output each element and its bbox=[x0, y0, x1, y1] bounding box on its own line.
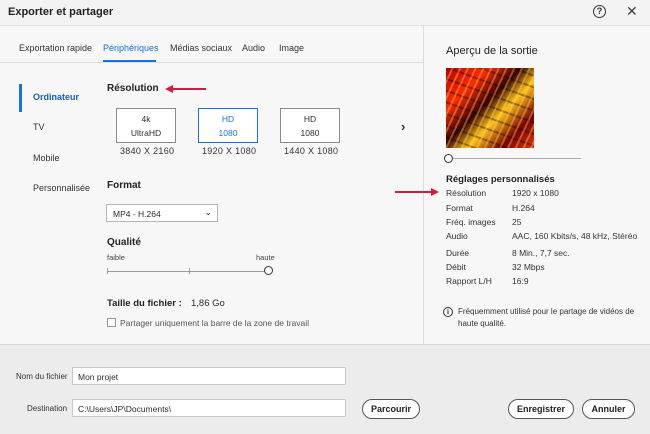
resolution-label: Résolution bbox=[107, 83, 159, 94]
sidebar-item-mobile[interactable]: Mobile bbox=[33, 153, 60, 163]
sidebar-item-personnalisee[interactable]: Personnalisée bbox=[33, 183, 90, 193]
share-workspace-label: Partager uniquement la barre de la zone … bbox=[120, 318, 310, 328]
preview-title: Aperçu de la sortie bbox=[446, 45, 538, 57]
setting-value: H.264 bbox=[512, 203, 535, 213]
browse-button[interactable]: Parcourir bbox=[362, 399, 420, 419]
tab-peripheriques[interactable]: Périphériques bbox=[103, 43, 159, 53]
sidebar-item-tv[interactable]: TV bbox=[33, 122, 45, 132]
setting-key: Format bbox=[446, 203, 473, 213]
chevron-down-icon: ⌄ bbox=[204, 207, 212, 217]
format-label: Format bbox=[107, 180, 141, 191]
resolution-option-line1: 4k bbox=[141, 114, 151, 124]
quality-slider-tick bbox=[107, 268, 108, 274]
cancel-button[interactable]: Annuler bbox=[582, 399, 635, 419]
destination-label: Destination bbox=[27, 404, 68, 413]
preview-info-line1: Fréquemment utilisé pour le partage de v… bbox=[458, 307, 635, 316]
settings-title: Réglages personnalisés bbox=[446, 174, 555, 185]
preview-thumbnail-texture bbox=[446, 68, 534, 148]
save-button[interactable]: Enregistrer bbox=[508, 399, 574, 419]
setting-value: 8 Min., 7,7 sec. bbox=[512, 248, 570, 258]
close-icon[interactable]: ✕ bbox=[626, 3, 638, 20]
tab-image[interactable]: Image bbox=[279, 43, 304, 53]
tab-medias-sociaux[interactable]: Médias sociaux bbox=[170, 43, 232, 53]
resolution-option-line1: HD bbox=[303, 114, 317, 124]
setting-key: Rapport L/H bbox=[446, 276, 492, 286]
file-size-label: Taille du fichier : bbox=[107, 298, 182, 309]
resolution-size-label: 1920 X 1080 bbox=[202, 146, 257, 156]
preview-scrubber-track[interactable] bbox=[449, 158, 581, 159]
quality-label: Qualité bbox=[107, 237, 141, 248]
tab-audio[interactable]: Audio bbox=[242, 43, 265, 53]
format-select[interactable]: MP4 - H.264 ⌄ bbox=[106, 204, 218, 222]
annotation-arrow-head bbox=[165, 85, 173, 93]
resolution-option-4k[interactable]: 4k UltraHD bbox=[116, 108, 176, 143]
resolution-size-label: 3840 X 2160 bbox=[120, 146, 175, 156]
resolution-option-line2: 1080 bbox=[300, 128, 320, 138]
filename-label: Nom du fichier bbox=[16, 372, 68, 381]
destination-input[interactable]: C:\Users\JP\Documents\ bbox=[72, 399, 346, 417]
setting-key: Fréq. images bbox=[446, 217, 496, 227]
resolution-option-line1: HD bbox=[221, 114, 235, 124]
quality-high-label: haute bbox=[256, 253, 275, 262]
quality-slider-thumb[interactable] bbox=[264, 266, 273, 275]
file-size-value: 1,86 Go bbox=[191, 298, 225, 309]
preview-info-line2: haute qualité. bbox=[458, 319, 507, 328]
window-title: Exporter et partager bbox=[8, 6, 114, 18]
resolution-option-hd-1440[interactable]: HD 1080 bbox=[280, 108, 340, 143]
resolution-option-line2: 1080 bbox=[218, 128, 238, 138]
help-icon[interactable]: ? bbox=[593, 5, 606, 18]
bottom-bar bbox=[0, 344, 650, 434]
resolution-option-line2: UltraHD bbox=[130, 128, 162, 138]
setting-value: 16:9 bbox=[512, 276, 529, 286]
active-tab-indicator bbox=[103, 60, 156, 62]
resolution-size-label: 1440 X 1080 bbox=[284, 146, 339, 156]
setting-value: AAC, 160 Kbits/s, 48 kHz, Stéréo bbox=[512, 231, 638, 241]
preview-thumbnail bbox=[446, 68, 534, 148]
tab-exportation-rapide[interactable]: Exportation rapide bbox=[19, 43, 92, 53]
setting-value: 32 Mbps bbox=[512, 262, 545, 272]
format-select-value: MP4 - H.264 bbox=[113, 209, 161, 219]
setting-value: 25 bbox=[512, 217, 522, 227]
preview-scrubber-thumb[interactable] bbox=[444, 154, 453, 163]
annotation-arrow-head bbox=[431, 188, 439, 196]
quality-low-label: faible bbox=[107, 253, 125, 262]
share-workspace-checkbox[interactable] bbox=[107, 318, 116, 327]
setting-key: Résolution bbox=[446, 188, 487, 198]
annotation-arrow bbox=[172, 88, 206, 90]
sidebar-active-indicator bbox=[19, 84, 22, 112]
chevron-right-icon[interactable]: › bbox=[401, 119, 405, 134]
setting-key: Audio bbox=[446, 231, 468, 241]
setting-key: Durée bbox=[446, 248, 470, 258]
filename-input[interactable]: Mon projet bbox=[72, 367, 346, 385]
annotation-arrow bbox=[395, 191, 431, 193]
sidebar-item-ordinateur[interactable]: Ordinateur bbox=[33, 92, 79, 102]
quality-slider-tick bbox=[189, 268, 190, 274]
setting-value: 1920 x 1080 bbox=[512, 188, 559, 198]
setting-key: Débit bbox=[446, 262, 466, 272]
resolution-option-hd-1920[interactable]: HD 1080 bbox=[198, 108, 258, 143]
info-icon: i bbox=[443, 307, 453, 317]
